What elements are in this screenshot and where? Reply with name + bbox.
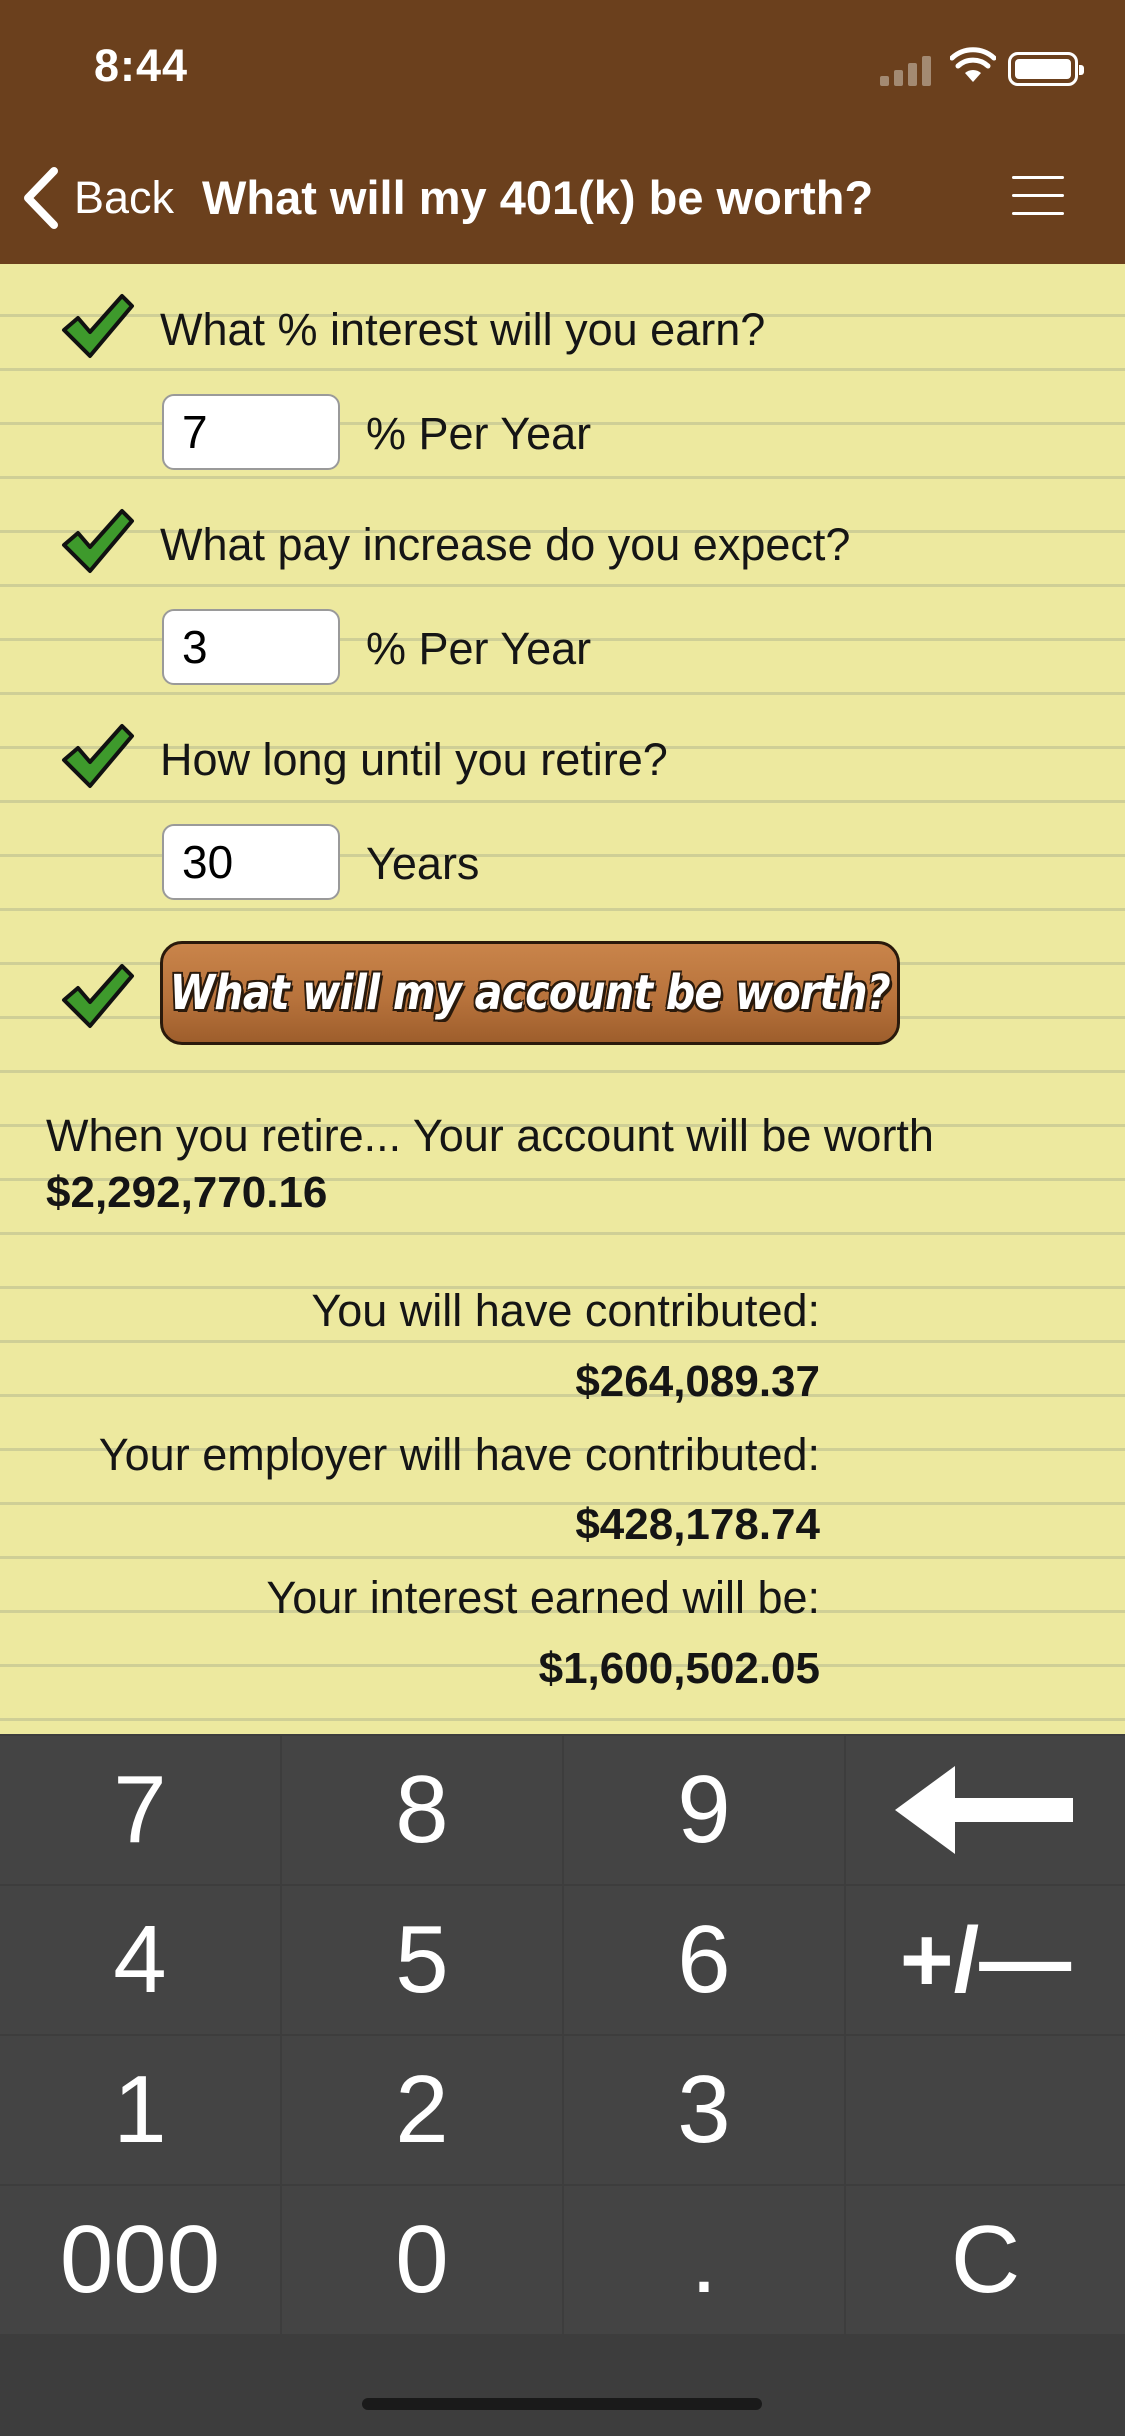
battery-icon: [1008, 52, 1084, 86]
key-3[interactable]: 3: [564, 2036, 844, 2184]
key-0[interactable]: 0: [282, 2186, 562, 2334]
key-9[interactable]: 9: [564, 1736, 844, 1884]
employer-contributed-value: $428,178.74: [575, 1500, 820, 1549]
pay-increase-unit: % Per Year: [366, 623, 592, 674]
cellular-signal-icon: [880, 52, 936, 86]
calculate-label: What will my account be worth?: [169, 965, 891, 1021]
chevron-left-icon: [24, 167, 58, 229]
key-000[interactable]: 000: [0, 2186, 280, 2334]
pay-increase-input[interactable]: 3: [162, 609, 340, 685]
backspace-key[interactable]: [846, 1736, 1125, 1884]
key-2[interactable]: 2: [282, 2036, 562, 2184]
hamburger-menu-icon[interactable]: [1012, 172, 1064, 220]
home-indicator: [362, 2398, 762, 2410]
interest-input[interactable]: 7: [162, 394, 340, 470]
key-4[interactable]: 4: [0, 1886, 280, 2034]
key-decimal[interactable]: .: [564, 2186, 844, 2334]
employer-contributed-label: Your employer will have contributed:: [98, 1429, 820, 1480]
years-input[interactable]: 30: [162, 824, 340, 900]
top-bar: 8:44 Back What will my 401(k) be worth?: [0, 0, 1125, 264]
interest-earned-value: $1,600,502.05: [538, 1644, 820, 1693]
clear-key[interactable]: C: [846, 2186, 1125, 2334]
check-icon: [62, 509, 134, 573]
sign-toggle-key[interactable]: +/—: [846, 1886, 1125, 2034]
interest-earned-label: Your interest earned will be:: [266, 1572, 820, 1623]
you-contributed-value: $264,089.37: [575, 1357, 820, 1406]
calculate-button[interactable]: What will my account be worth?: [160, 941, 900, 1045]
check-icon: [62, 294, 134, 358]
years-question: How long until you retire?: [160, 734, 668, 785]
key-5[interactable]: 5: [282, 1886, 562, 2034]
years-unit: Years: [366, 838, 480, 889]
numeric-keypad: 7 8 9 4 5 6 +/— 1 2 3 000 0 . C: [0, 1734, 1125, 2436]
backspace-arrow-icon: [894, 1766, 1073, 1854]
interest-unit: % Per Year: [366, 408, 592, 459]
check-icon: [62, 724, 134, 788]
key-1[interactable]: 1: [0, 2036, 280, 2184]
key-8[interactable]: 8: [282, 1736, 562, 1884]
back-button[interactable]: Back: [22, 160, 174, 236]
page-title: What will my 401(k) be worth?: [202, 171, 874, 224]
pay-increase-question: What pay increase do you expect?: [160, 519, 851, 570]
interest-question: What % interest will you earn?: [160, 304, 766, 355]
key-7[interactable]: 7: [0, 1736, 280, 1884]
wifi-icon: [950, 47, 996, 82]
status-time: 8:44: [94, 40, 189, 91]
result-headline: When you retire... Your account will be …: [46, 1110, 934, 1161]
key-6[interactable]: 6: [564, 1886, 844, 2034]
back-label: Back: [74, 172, 175, 223]
check-icon: [62, 964, 134, 1028]
empty-key: [846, 2036, 1125, 2184]
you-contributed-label: You will have contributed:: [311, 1285, 820, 1336]
result-total: $2,292,770.16: [46, 1168, 328, 1217]
